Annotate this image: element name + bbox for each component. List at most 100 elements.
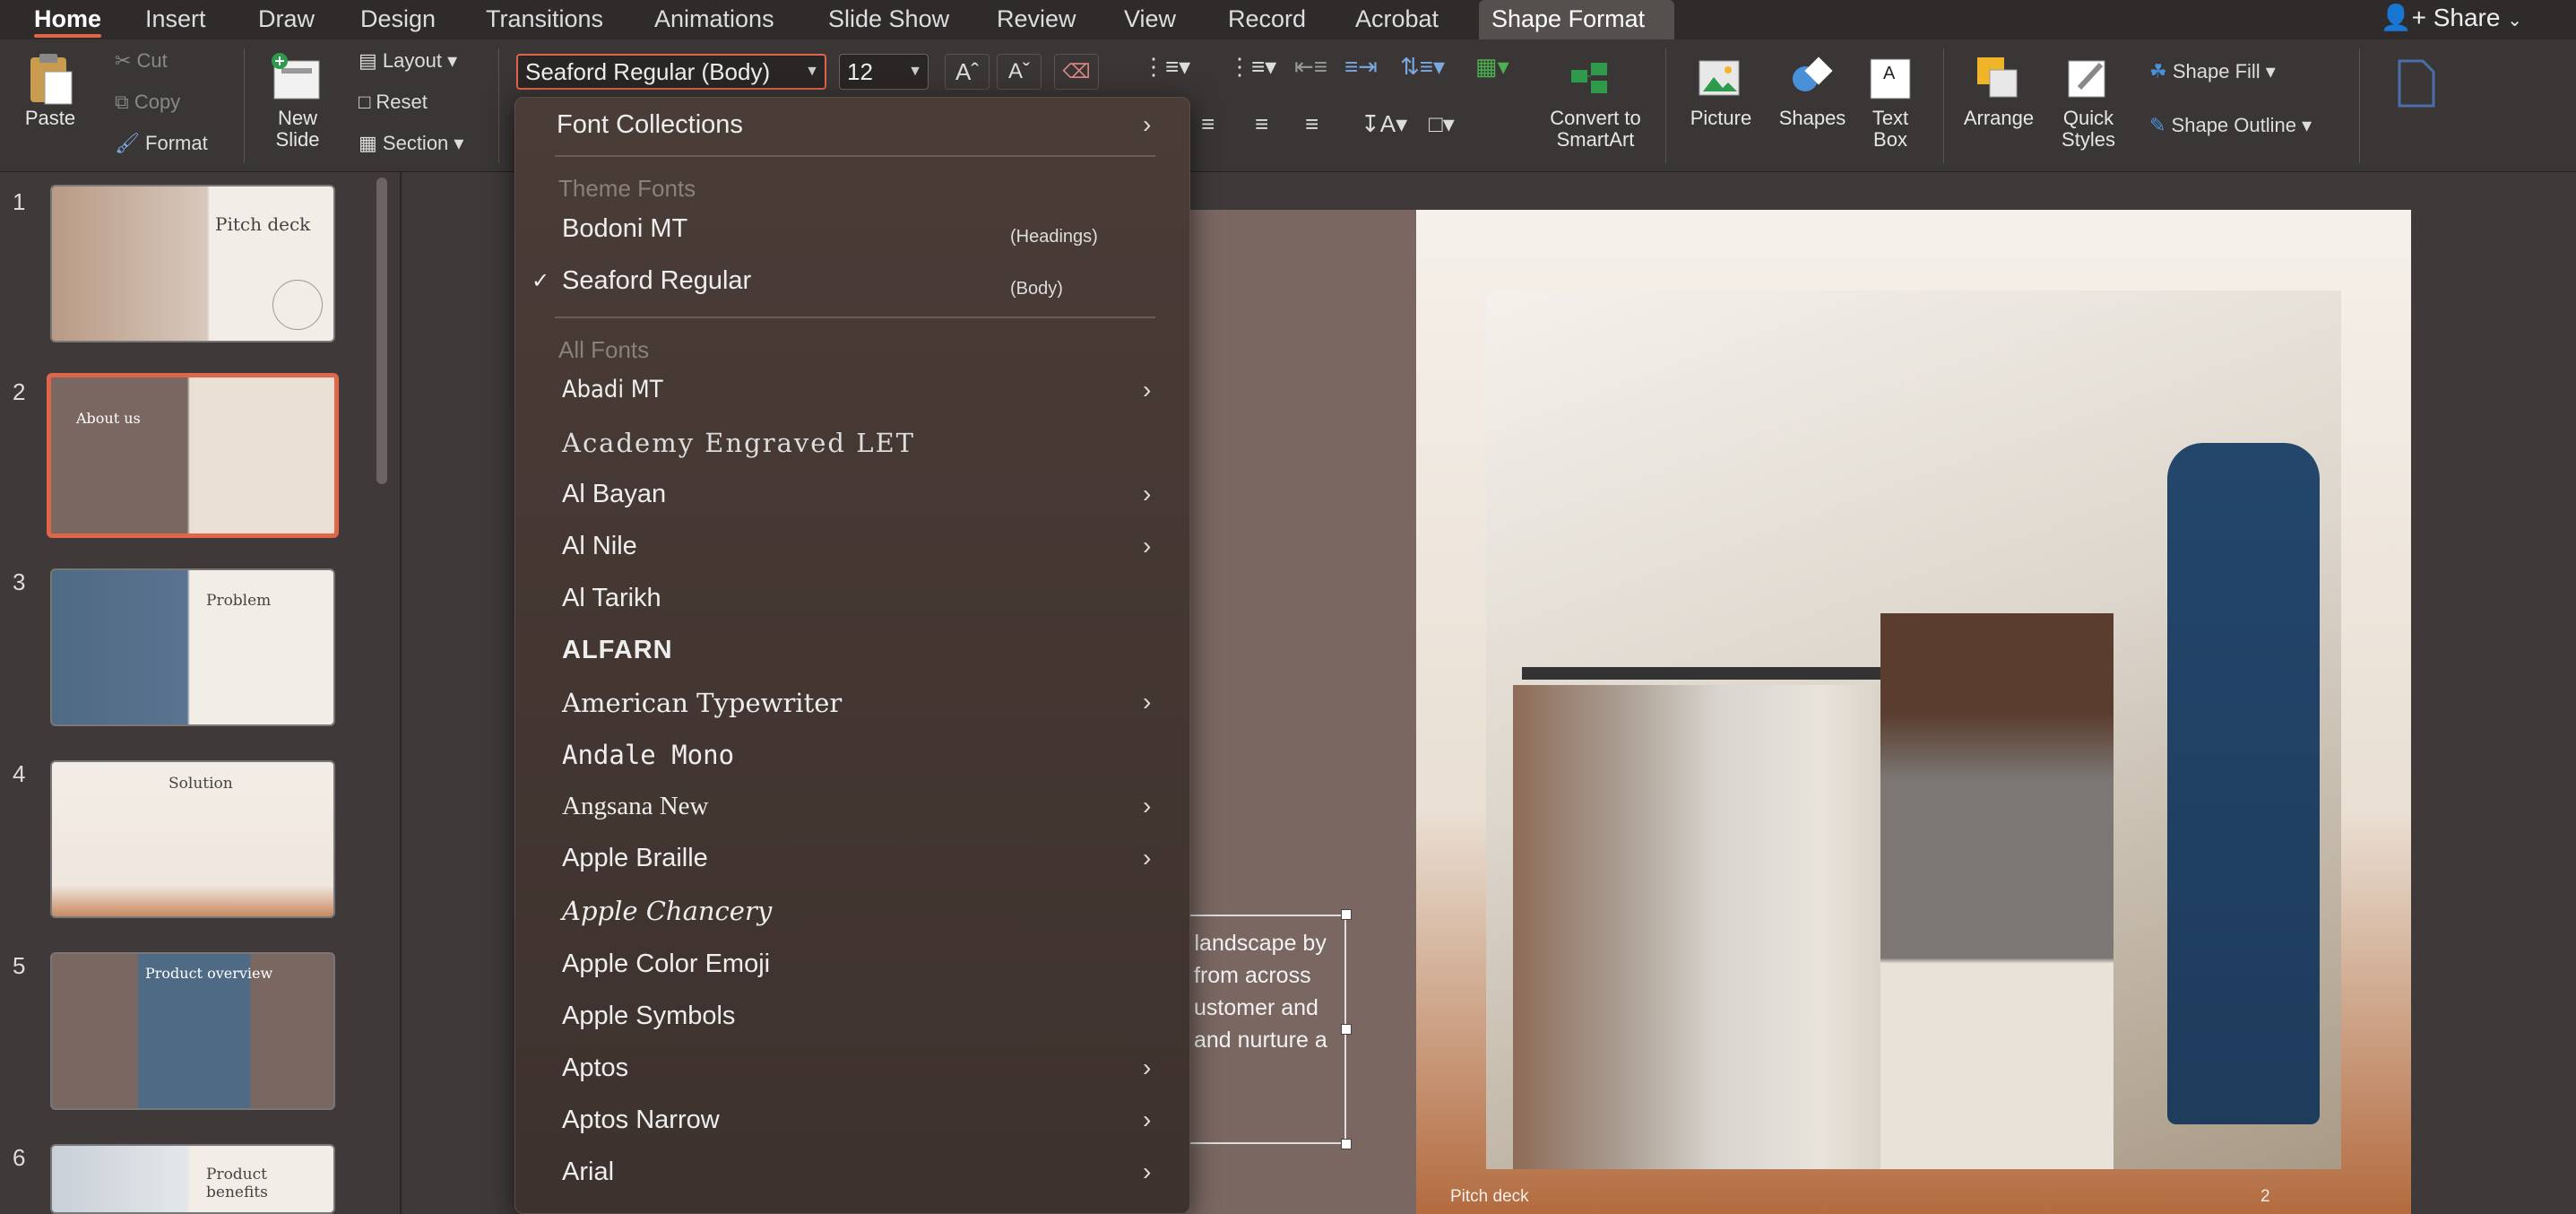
new-slide-icon [272,53,320,100]
slide-number: 4 [13,760,26,787]
menu-item-arial[interactable]: Arial [562,1158,614,1187]
arrange-icon [1977,57,2018,98]
menu-item-apple-symbols[interactable]: Apple Symbols [562,1002,735,1031]
chevron-right-icon: › [1143,1158,1152,1185]
headings-note: (Headings) [1010,227,1098,247]
blue-dress-mannequin [2167,443,2320,1124]
tab-view[interactable]: View [1111,0,1189,39]
slide-thumbnail-2[interactable]: About us [47,373,339,538]
tab-animations[interactable]: Animations [642,0,787,39]
chevron-right-icon: › [1143,376,1152,403]
body-note: (Body) [1010,279,1063,299]
woman-figure [1880,613,2114,1169]
menu-item-al-nile[interactable]: Al Nile [562,532,637,561]
shapes-button[interactable]: Shapes [1768,52,1857,129]
align-center-button[interactable]: ≡ [1201,111,1215,136]
line-spacing-button[interactable]: ⇅≡▾ [1400,54,1445,79]
selected-text-box[interactable]: l landscape by from across ustomer and a… [1183,915,1346,1144]
menu-item-abadi-mt[interactable]: Abadi MT [562,376,663,403]
menu-item-apple-chancery[interactable]: Apple Chancery [562,896,772,926]
resize-handle[interactable] [1341,1024,1352,1035]
reset-button[interactable]: □ Reset [359,90,428,115]
increase-font-size-button[interactable]: Aˆ [945,54,990,90]
tab-transitions[interactable]: Transitions [473,0,616,39]
align-text-button[interactable]: □▾ [1429,111,1455,136]
menu-item-alfarn[interactable]: ALFARN [562,636,673,665]
text-box-button[interactable]: A Text Box [1850,52,1931,151]
resize-handle[interactable] [1341,909,1352,920]
tab-slide-show[interactable]: Slide Show [816,0,962,39]
numbering-button[interactable]: ⋮≡▾ [1228,54,1276,79]
section-button[interactable]: ▦ Section ▾ [359,131,463,156]
decrease-font-size-button[interactable]: Aˇ [997,54,1042,90]
text-direction-button[interactable]: ↧A▾ [1361,111,1407,136]
font-size-combobox[interactable]: 12 ▼ [839,54,929,90]
tab-insert[interactable]: Insert [133,0,219,39]
menu-item-al-bayan[interactable]: Al Bayan [562,480,666,509]
format-painter-button[interactable]: 🖌 Format [115,131,208,156]
columns-button[interactable]: ▦▾ [1475,54,1509,79]
slide-thumbnail-6[interactable]: Product benefits [50,1144,335,1214]
tab-record[interactable]: Record [1215,0,1318,39]
svg-text:A: A [1883,64,1896,83]
share-button[interactable]: 👤+ Share ⌄ [2381,0,2522,39]
shape-outline-button[interactable]: ✎ Shape Outline ▾ [2149,113,2312,138]
tab-home[interactable]: Home [22,0,114,39]
tab-shape-format[interactable]: Shape Format [1479,0,1674,39]
font-name-combobox[interactable]: Seaford Regular (Body) ▼ [516,54,826,90]
picture-button[interactable]: Picture [1676,52,1766,129]
menu-item-angsana-new[interactable]: Angsana New [562,792,708,821]
arrange-button[interactable]: Arrange [1954,52,2044,129]
align-right-button[interactable]: ≡ [1255,111,1268,136]
copy-button[interactable]: ⧉ Copy [115,90,180,115]
menu-separator [555,155,1155,157]
slide-number: 5 [13,952,26,979]
ribbon-divider [244,48,245,163]
menu-item-andale-mono[interactable]: Andale Mono [562,740,734,770]
tab-design[interactable]: Design [348,0,448,39]
new-slide-button[interactable]: New Slide [256,52,339,151]
quick-styles-icon [2068,60,2105,98]
copy-icon: ⧉ [115,91,134,113]
menu-item-american-typewriter[interactable]: American Typewriter [562,688,842,718]
quick-styles-button[interactable]: Quick Styles [2044,52,2133,151]
chevron-right-icon: › [1143,844,1152,871]
acrobat-pdf-button[interactable] [2384,56,2447,111]
add-person-icon: 👤+ [2380,4,2426,31]
thumbnail-scrollbar[interactable] [376,178,387,484]
menu-item-apple-braille[interactable]: Apple Braille [562,844,708,873]
app-window: Home Insert Draw Design Transitions Anim… [0,0,2576,1214]
tab-draw[interactable]: Draw [246,0,327,39]
shape-fill-button[interactable]: ☘ Shape Fill ▾ [2149,59,2276,84]
increase-indent-button[interactable]: ≡⇥ [1344,54,1378,79]
decorative-circle [272,280,323,330]
cut-button[interactable]: ✂ Cut [115,48,168,74]
menu-item-font-collections[interactable]: Font Collections [557,110,743,140]
resize-handle[interactable] [1341,1139,1352,1149]
chevron-down-icon: ⌄ [2507,11,2522,30]
menu-item-apple-color-emoji[interactable]: Apple Color Emoji [562,950,770,979]
tab-review[interactable]: Review [984,0,1089,39]
bullets-button[interactable]: ⋮≡▾ [1142,54,1190,79]
ribbon-divider [498,48,499,163]
tab-acrobat[interactable]: Acrobat [1343,0,1451,39]
paste-button[interactable]: Paste [13,52,88,129]
slide-footer-title: Pitch deck [1450,1187,1529,1206]
menu-item-bodoni-mt[interactable]: Bodoni MT [562,214,687,244]
clear-formatting-button[interactable]: ⌫ [1054,54,1099,90]
menu-item-aptos[interactable]: Aptos [562,1054,628,1083]
menu-item-al-tarikh[interactable]: Al Tarikh [562,584,661,613]
slide-thumbnail-3[interactable]: Problem [50,568,335,726]
justify-button[interactable]: ≡ [1305,111,1318,136]
slide-thumbnail-5[interactable]: Product overview [50,952,335,1110]
convert-to-smartart-button[interactable]: Convert to SmartArt [1533,52,1658,151]
layout-button[interactable]: ▤ Layout ▾ [359,48,457,74]
indent-icon: ≡⇥ [1344,53,1378,80]
slide-thumbnail-4[interactable]: Solution [50,760,335,918]
menu-item-aptos-narrow[interactable]: Aptos Narrow [562,1106,720,1135]
decrease-indent-button[interactable]: ⇤≡ [1294,54,1327,79]
slide-thumbnail-1[interactable]: Pitch deck [50,185,335,343]
reset-icon: □ [359,91,376,113]
menu-item-seaford-regular[interactable]: Seaford Regular [562,266,751,296]
menu-item-academy-engraved-let[interactable]: Academy Engraved LET [562,428,915,458]
